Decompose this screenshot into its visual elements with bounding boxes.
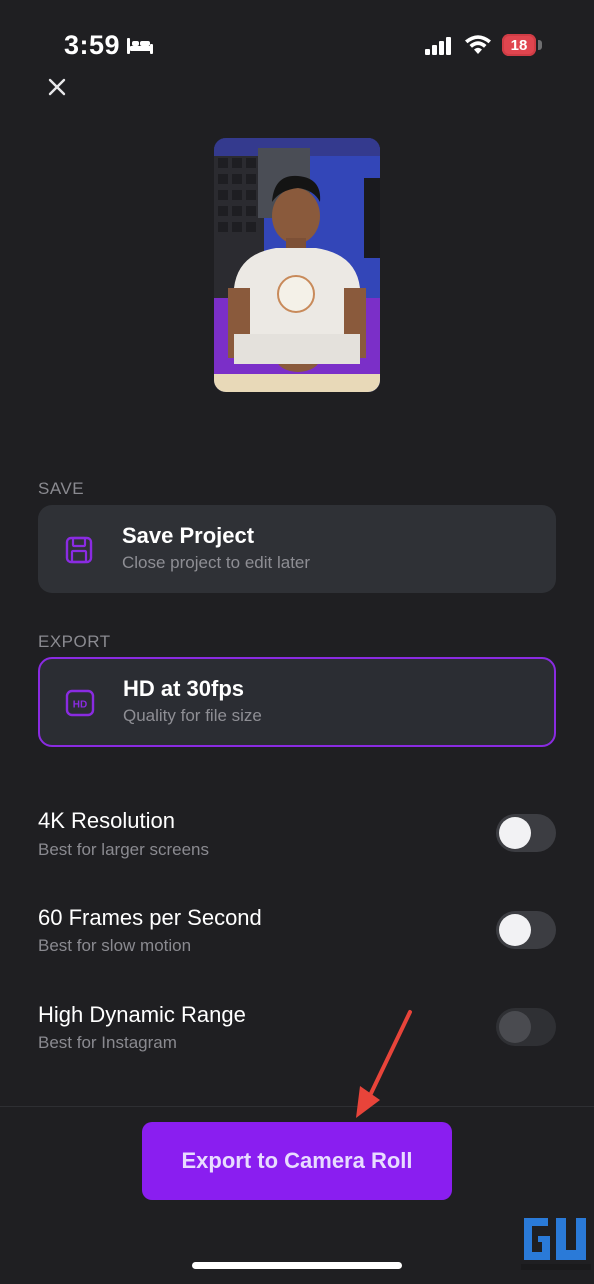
- toggle-knob: [499, 914, 531, 946]
- export-to-camera-roll-button[interactable]: Export to Camera Roll: [142, 1122, 452, 1200]
- hd-icon-text: HD: [73, 700, 87, 711]
- toggle-hdr[interactable]: [496, 1008, 556, 1046]
- save-project-subtitle: Close project to edit later: [122, 553, 311, 572]
- save-project-card[interactable]: Save Project Close project to edit later: [38, 505, 556, 593]
- export-quality-subtitle: Quality for file size: [123, 706, 262, 725]
- save-project-title: Save Project: [122, 523, 255, 548]
- watermark-logo: [518, 1212, 594, 1272]
- toggle-60-fps[interactable]: [496, 911, 556, 949]
- option-60fps-subtitle: Best for slow motion: [38, 936, 192, 955]
- signal-icon: [425, 37, 451, 55]
- option-4k-subtitle: Best for larger screens: [38, 840, 210, 859]
- save-icon: [65, 536, 93, 564]
- home-indicator[interactable]: [192, 1262, 402, 1269]
- toggle-knob: [499, 817, 531, 849]
- close-icon[interactable]: [42, 72, 72, 102]
- bed-icon: [127, 38, 153, 54]
- option-4k-title: 4K Resolution: [38, 808, 175, 833]
- hd-icon: HD: [65, 689, 95, 717]
- export-quality-card[interactable]: HD HD at 30fps Quality for file size: [38, 657, 556, 747]
- battery-icon: 18: [502, 34, 536, 56]
- option-hdr-title: High Dynamic Range: [38, 1002, 246, 1027]
- option-hdr-subtitle: Best for Instagram: [38, 1033, 177, 1052]
- toggle-4k-resolution[interactable]: [496, 814, 556, 852]
- annotation-arrow-icon: [356, 1010, 412, 1118]
- toggle-knob: [499, 1011, 531, 1043]
- video-thumbnail-image: [214, 138, 380, 392]
- export-quality-title: HD at 30fps: [123, 676, 245, 701]
- video-thumbnail: [214, 138, 380, 392]
- battery-cap: [538, 40, 542, 50]
- option-60fps-title: 60 Frames per Second: [38, 905, 262, 930]
- wifi-icon: [465, 35, 491, 54]
- footer-divider: [0, 1106, 594, 1107]
- battery-level: 18: [510, 36, 528, 54]
- status-time: 3:59: [64, 30, 121, 60]
- save-section-label: SAVE: [38, 479, 85, 498]
- export-section-label: EXPORT: [38, 632, 111, 651]
